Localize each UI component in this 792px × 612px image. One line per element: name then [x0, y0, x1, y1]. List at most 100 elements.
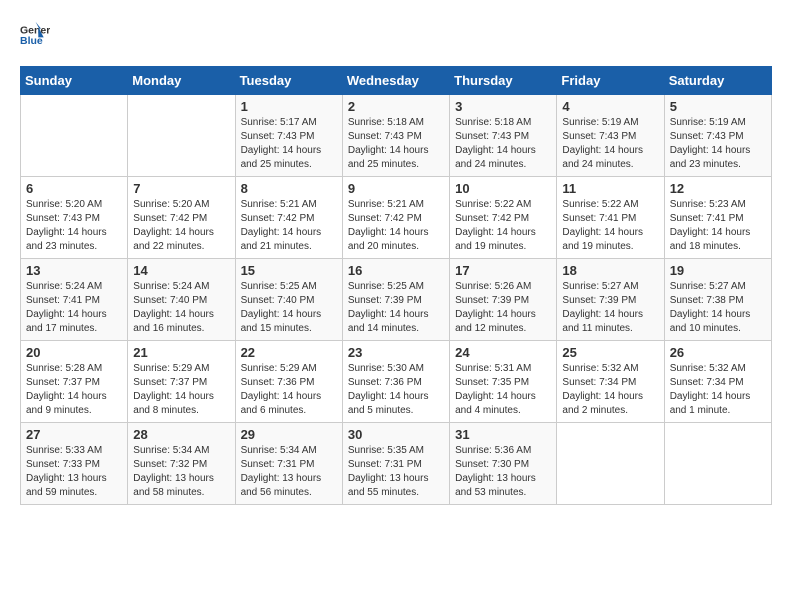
calendar-cell: 22 Sunrise: 5:29 AMSunset: 7:36 PMDayligh…: [235, 341, 342, 423]
day-info: Sunrise: 5:18 AMSunset: 7:43 PMDaylight:…: [348, 116, 444, 172]
day-info: Sunrise: 5:28 AMSunset: 7:37 PMDaylight:…: [26, 362, 122, 418]
calendar-cell: 8 Sunrise: 5:21 AMSunset: 7:42 PMDaylight…: [235, 177, 342, 259]
day-number: 26: [670, 345, 766, 360]
calendar-cell: [128, 95, 235, 177]
day-number: 23: [348, 345, 444, 360]
day-info: Sunrise: 5:29 AMSunset: 7:36 PMDaylight:…: [241, 362, 337, 418]
calendar-week-row: 13 Sunrise: 5:24 AMSunset: 7:41 PMDayligh…: [21, 259, 772, 341]
day-info: Sunrise: 5:20 AMSunset: 7:43 PMDaylight:…: [26, 198, 122, 254]
day-number: 11: [562, 181, 658, 196]
calendar-cell: 27 Sunrise: 5:33 AMSunset: 7:33 PMDayligh…: [21, 423, 128, 505]
day-number: 29: [241, 427, 337, 442]
calendar-cell: 2 Sunrise: 5:18 AMSunset: 7:43 PMDaylight…: [342, 95, 449, 177]
calendar-cell: 23 Sunrise: 5:30 AMSunset: 7:36 PMDayligh…: [342, 341, 449, 423]
day-number: 4: [562, 99, 658, 114]
day-info: Sunrise: 5:30 AMSunset: 7:36 PMDaylight:…: [348, 362, 444, 418]
day-number: 15: [241, 263, 337, 278]
calendar-cell: 29 Sunrise: 5:34 AMSunset: 7:31 PMDayligh…: [235, 423, 342, 505]
calendar-week-row: 6Sunrise: 5:20 AMSunset: 7:43 PMDaylight…: [21, 177, 772, 259]
day-number: 18: [562, 263, 658, 278]
day-info: Sunrise: 5:25 AMSunset: 7:40 PMDaylight:…: [241, 280, 337, 336]
calendar-cell: 19 Sunrise: 5:27 AMSunset: 7:38 PMDayligh…: [664, 259, 771, 341]
calendar-week-row: 20Sunrise: 5:28 AMSunset: 7:37 PMDayligh…: [21, 341, 772, 423]
calendar-cell: 30 Sunrise: 5:35 AMSunset: 7:31 PMDayligh…: [342, 423, 449, 505]
day-number: 5: [670, 99, 766, 114]
calendar-cell: [21, 95, 128, 177]
calendar-cell: 10 Sunrise: 5:22 AMSunset: 7:42 PMDayligh…: [450, 177, 557, 259]
day-info: Sunrise: 5:32 AMSunset: 7:34 PMDaylight:…: [670, 362, 766, 418]
day-info: Sunrise: 5:21 AMSunset: 7:42 PMDaylight:…: [348, 198, 444, 254]
day-info: Sunrise: 5:22 AMSunset: 7:41 PMDaylight:…: [562, 198, 658, 254]
day-number: 28: [133, 427, 229, 442]
day-info: Sunrise: 5:34 AMSunset: 7:32 PMDaylight:…: [133, 444, 229, 500]
header-row: SundayMondayTuesdayWednesdayThursdayFrid…: [21, 67, 772, 95]
day-number: 2: [348, 99, 444, 114]
day-info: Sunrise: 5:19 AMSunset: 7:43 PMDaylight:…: [562, 116, 658, 172]
day-info: Sunrise: 5:33 AMSunset: 7:33 PMDaylight:…: [26, 444, 122, 500]
calendar-cell: 12Sunrise: 5:23 AMSunset: 7:41 PMDayligh…: [664, 177, 771, 259]
day-number: 30: [348, 427, 444, 442]
calendar-cell: 7 Sunrise: 5:20 AMSunset: 7:42 PMDaylight…: [128, 177, 235, 259]
calendar-cell: 1Sunrise: 5:17 AMSunset: 7:43 PMDaylight…: [235, 95, 342, 177]
day-info: Sunrise: 5:31 AMSunset: 7:35 PMDaylight:…: [455, 362, 551, 418]
day-of-week-header: Thursday: [450, 67, 557, 95]
day-info: Sunrise: 5:36 AMSunset: 7:30 PMDaylight:…: [455, 444, 551, 500]
calendar-cell: [664, 423, 771, 505]
calendar-week-row: 27 Sunrise: 5:33 AMSunset: 7:33 PMDayligh…: [21, 423, 772, 505]
day-number: 22: [241, 345, 337, 360]
day-number: 27: [26, 427, 122, 442]
day-info: Sunrise: 5:24 AMSunset: 7:41 PMDaylight:…: [26, 280, 122, 336]
calendar-cell: 18 Sunrise: 5:27 AMSunset: 7:39 PMDayligh…: [557, 259, 664, 341]
day-info: Sunrise: 5:32 AMSunset: 7:34 PMDaylight:…: [562, 362, 658, 418]
day-of-week-header: Friday: [557, 67, 664, 95]
day-of-week-header: Sunday: [21, 67, 128, 95]
page-header: General Blue: [20, 20, 772, 50]
day-info: Sunrise: 5:23 AMSunset: 7:41 PMDaylight:…: [670, 198, 766, 254]
day-info: Sunrise: 5:22 AMSunset: 7:42 PMDaylight:…: [455, 198, 551, 254]
calendar-cell: 20Sunrise: 5:28 AMSunset: 7:37 PMDayligh…: [21, 341, 128, 423]
calendar-cell: 5 Sunrise: 5:19 AMSunset: 7:43 PMDaylight…: [664, 95, 771, 177]
day-info: Sunrise: 5:34 AMSunset: 7:31 PMDaylight:…: [241, 444, 337, 500]
day-number: 10: [455, 181, 551, 196]
day-info: Sunrise: 5:29 AMSunset: 7:37 PMDaylight:…: [133, 362, 229, 418]
day-of-week-header: Saturday: [664, 67, 771, 95]
day-number: 17: [455, 263, 551, 278]
calendar-cell: 4 Sunrise: 5:19 AMSunset: 7:43 PMDaylight…: [557, 95, 664, 177]
day-info: Sunrise: 5:18 AMSunset: 7:43 PMDaylight:…: [455, 116, 551, 172]
calendar-cell: 9 Sunrise: 5:21 AMSunset: 7:42 PMDaylight…: [342, 177, 449, 259]
day-number: 21: [133, 345, 229, 360]
calendar-cell: 25 Sunrise: 5:32 AMSunset: 7:34 PMDayligh…: [557, 341, 664, 423]
day-number: 24: [455, 345, 551, 360]
day-number: 9: [348, 181, 444, 196]
calendar-week-row: 1Sunrise: 5:17 AMSunset: 7:43 PMDaylight…: [21, 95, 772, 177]
calendar-cell: 13 Sunrise: 5:24 AMSunset: 7:41 PMDayligh…: [21, 259, 128, 341]
day-number: 8: [241, 181, 337, 196]
day-number: 19: [670, 263, 766, 278]
day-info: Sunrise: 5:21 AMSunset: 7:42 PMDaylight:…: [241, 198, 337, 254]
day-info: Sunrise: 5:25 AMSunset: 7:39 PMDaylight:…: [348, 280, 444, 336]
day-of-week-header: Tuesday: [235, 67, 342, 95]
calendar-cell: 31Sunrise: 5:36 AMSunset: 7:30 PMDayligh…: [450, 423, 557, 505]
logo-icon: General Blue: [20, 20, 50, 50]
day-number: 7: [133, 181, 229, 196]
calendar-cell: 15 Sunrise: 5:25 AMSunset: 7:40 PMDayligh…: [235, 259, 342, 341]
day-info: Sunrise: 5:27 AMSunset: 7:38 PMDaylight:…: [670, 280, 766, 336]
day-number: 13: [26, 263, 122, 278]
calendar-cell: 17Sunrise: 5:26 AMSunset: 7:39 PMDayligh…: [450, 259, 557, 341]
calendar-cell: 11 Sunrise: 5:22 AMSunset: 7:41 PMDayligh…: [557, 177, 664, 259]
day-info: Sunrise: 5:35 AMSunset: 7:31 PMDaylight:…: [348, 444, 444, 500]
calendar-cell: [557, 423, 664, 505]
calendar-cell: 6Sunrise: 5:20 AMSunset: 7:43 PMDaylight…: [21, 177, 128, 259]
calendar-cell: 26 Sunrise: 5:32 AMSunset: 7:34 PMDayligh…: [664, 341, 771, 423]
day-of-week-header: Monday: [128, 67, 235, 95]
day-number: 1: [241, 99, 337, 114]
day-info: Sunrise: 5:19 AMSunset: 7:43 PMDaylight:…: [670, 116, 766, 172]
day-of-week-header: Wednesday: [342, 67, 449, 95]
calendar-cell: 24 Sunrise: 5:31 AMSunset: 7:35 PMDayligh…: [450, 341, 557, 423]
day-number: 14: [133, 263, 229, 278]
calendar-cell: 21 Sunrise: 5:29 AMSunset: 7:37 PMDayligh…: [128, 341, 235, 423]
day-info: Sunrise: 5:24 AMSunset: 7:40 PMDaylight:…: [133, 280, 229, 336]
day-info: Sunrise: 5:20 AMSunset: 7:42 PMDaylight:…: [133, 198, 229, 254]
day-number: 25: [562, 345, 658, 360]
day-info: Sunrise: 5:27 AMSunset: 7:39 PMDaylight:…: [562, 280, 658, 336]
